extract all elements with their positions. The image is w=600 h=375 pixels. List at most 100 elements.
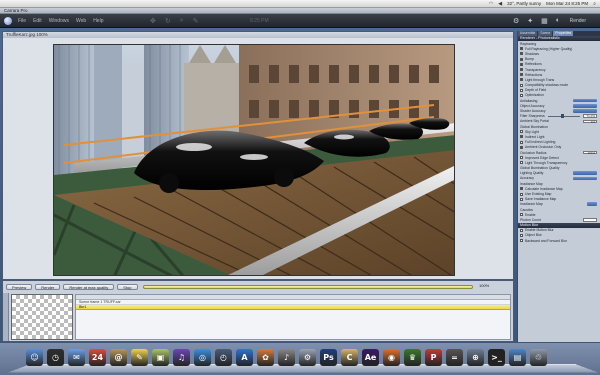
checkbox[interactable]: [520, 145, 523, 149]
wifi-icon[interactable]: ◠: [489, 1, 493, 7]
list-item-selected[interactable]: Bkr1: [76, 305, 510, 310]
render-button[interactable]: Render: [35, 284, 61, 290]
checkbox[interactable]: [520, 140, 523, 144]
checkbox[interactable]: [520, 88, 523, 92]
ical-icon[interactable]: 24: [89, 349, 106, 366]
terminal-icon[interactable]: >_: [488, 349, 505, 366]
property-label: Lighting Quality: [520, 171, 544, 176]
spotlight-icon[interactable]: ⌕: [593, 1, 596, 7]
property-label: Backward and Forward Blur: [525, 238, 567, 243]
firefox-icon[interactable]: ◉: [383, 349, 400, 366]
volume-icon[interactable]: ◀: [498, 1, 502, 7]
safari-icon[interactable]: ◎: [194, 349, 211, 366]
checkbox[interactable]: [520, 135, 523, 139]
after-effects-icon[interactable]: Ae: [362, 349, 379, 366]
menu-file[interactable]: File: [18, 18, 26, 24]
checkbox[interactable]: [520, 130, 523, 134]
app-store-icon[interactable]: A: [236, 349, 253, 366]
finder-icon[interactable]: ☺: [26, 349, 43, 366]
address-book-icon[interactable]: @: [110, 349, 127, 366]
number-field[interactable]: 71.0%: [583, 114, 597, 119]
slider[interactable]: [547, 114, 580, 119]
property-label: Optimization: [525, 93, 544, 98]
dropdown[interactable]: [573, 171, 597, 176]
render-room-button[interactable]: Render: [570, 18, 586, 24]
dropdown[interactable]: [573, 104, 597, 108]
property-label: Object Accuracy: [520, 103, 545, 108]
property-label: Bump: [525, 57, 534, 62]
eyedropper-tool-icon[interactable]: ✎: [193, 17, 199, 25]
checkbox[interactable]: [520, 156, 523, 160]
dashboard-icon[interactable]: ◷: [47, 349, 64, 366]
checkbox[interactable]: [520, 68, 523, 72]
render-progress-bar: [143, 285, 473, 289]
move-tool-icon[interactable]: ✥: [150, 17, 156, 25]
checkbox[interactable]: [520, 192, 523, 196]
number-field[interactable]: [583, 218, 597, 222]
menu-edit[interactable]: Edit: [33, 18, 42, 24]
model-room-icon[interactable]: ✦: [527, 17, 533, 25]
garageband-icon[interactable]: ♪: [278, 349, 295, 366]
property-label: Occlusion Radius: [520, 150, 547, 155]
render-canvas[interactable]: [53, 44, 455, 276]
checkbox[interactable]: [520, 197, 523, 201]
dropdown[interactable]: [573, 109, 597, 113]
app-title: Carrara Pro: [4, 8, 28, 13]
checkbox[interactable]: [520, 239, 523, 243]
carrara-icon[interactable]: C: [341, 349, 358, 366]
preview-button[interactable]: Preview: [6, 284, 33, 290]
checkbox[interactable]: [520, 228, 523, 232]
render-thumbnail: [11, 294, 73, 340]
network-icon[interactable]: ⊕: [467, 349, 484, 366]
mac-menu-bar: ◠ ◀ 32°, Partly sunny Mon Mar 24 8:25 PM…: [0, 0, 600, 8]
panel-button[interactable]: [587, 202, 597, 207]
checkbox[interactable]: [520, 47, 523, 51]
rotate-tool-icon[interactable]: ↻: [165, 17, 171, 25]
checkbox[interactable]: [520, 233, 523, 237]
checkbox[interactable]: [520, 78, 523, 82]
checkbox[interactable]: [520, 161, 523, 165]
system-prefs-icon[interactable]: ⚙: [299, 349, 316, 366]
assemble-room-icon[interactable]: ⚙: [513, 17, 519, 25]
photoshop-icon[interactable]: Ps: [320, 349, 337, 366]
stop-button[interactable]: Stop: [117, 284, 138, 290]
checkbox[interactable]: [520, 83, 523, 87]
number-field[interactable]: 100.0: [583, 150, 597, 155]
menu-web[interactable]: Web: [76, 18, 86, 24]
render-side-tab[interactable]: [3, 293, 9, 341]
render-max-quality-button[interactable]: Render at max quality: [63, 284, 115, 290]
dropdown[interactable]: [573, 98, 597, 103]
game-icon[interactable]: ♛: [404, 349, 421, 366]
trash-icon[interactable]: ♲: [530, 349, 547, 366]
stickies-icon[interactable]: ✎: [131, 349, 148, 366]
property-rows: Raytracing Full Raytracing (Higher Qualit…: [518, 41, 600, 243]
zoom-tool-icon[interactable]: ⌕: [180, 17, 184, 25]
time-machine-icon[interactable]: ◴: [215, 349, 232, 366]
checkbox[interactable]: [520, 57, 523, 61]
property-row[interactable]: Backward and Forward Blur: [518, 238, 600, 243]
menu-help[interactable]: Help: [93, 18, 103, 24]
desktop: ◠ ◀ 32°, Partly sunny Mon Mar 24 8:25 PM…: [0, 0, 600, 375]
texture-room-icon[interactable]: ◐: [556, 17, 560, 25]
checkbox[interactable]: [520, 93, 523, 97]
weather-text[interactable]: 32°, Partly sunny: [507, 1, 541, 6]
preview-icon[interactable]: ▣: [152, 349, 169, 366]
number-field[interactable]: 0.0: [583, 119, 597, 124]
property-label: Motion Blur: [520, 222, 539, 227]
mail-icon[interactable]: ✉: [68, 349, 85, 366]
checkbox[interactable]: [520, 62, 523, 66]
folder-icon[interactable]: ▤: [509, 349, 526, 366]
itunes-icon[interactable]: ♫: [173, 349, 190, 366]
menubar-clock[interactable]: Mon Mar 24 8:25 PM: [546, 1, 588, 6]
dropdown[interactable]: [573, 176, 597, 181]
checkbox[interactable]: [520, 52, 523, 56]
menu-windows[interactable]: Windows: [49, 18, 69, 24]
storyboard-room-icon[interactable]: ▦: [541, 17, 548, 25]
calculator-icon[interactable]: =: [446, 349, 463, 366]
checkbox[interactable]: [520, 187, 523, 191]
photo-icon[interactable]: ✿: [257, 349, 274, 366]
pcl-icon[interactable]: P: [425, 349, 442, 366]
checkbox[interactable]: [520, 213, 523, 217]
property-label: Raytracing: [520, 41, 537, 46]
checkbox[interactable]: [520, 73, 523, 77]
